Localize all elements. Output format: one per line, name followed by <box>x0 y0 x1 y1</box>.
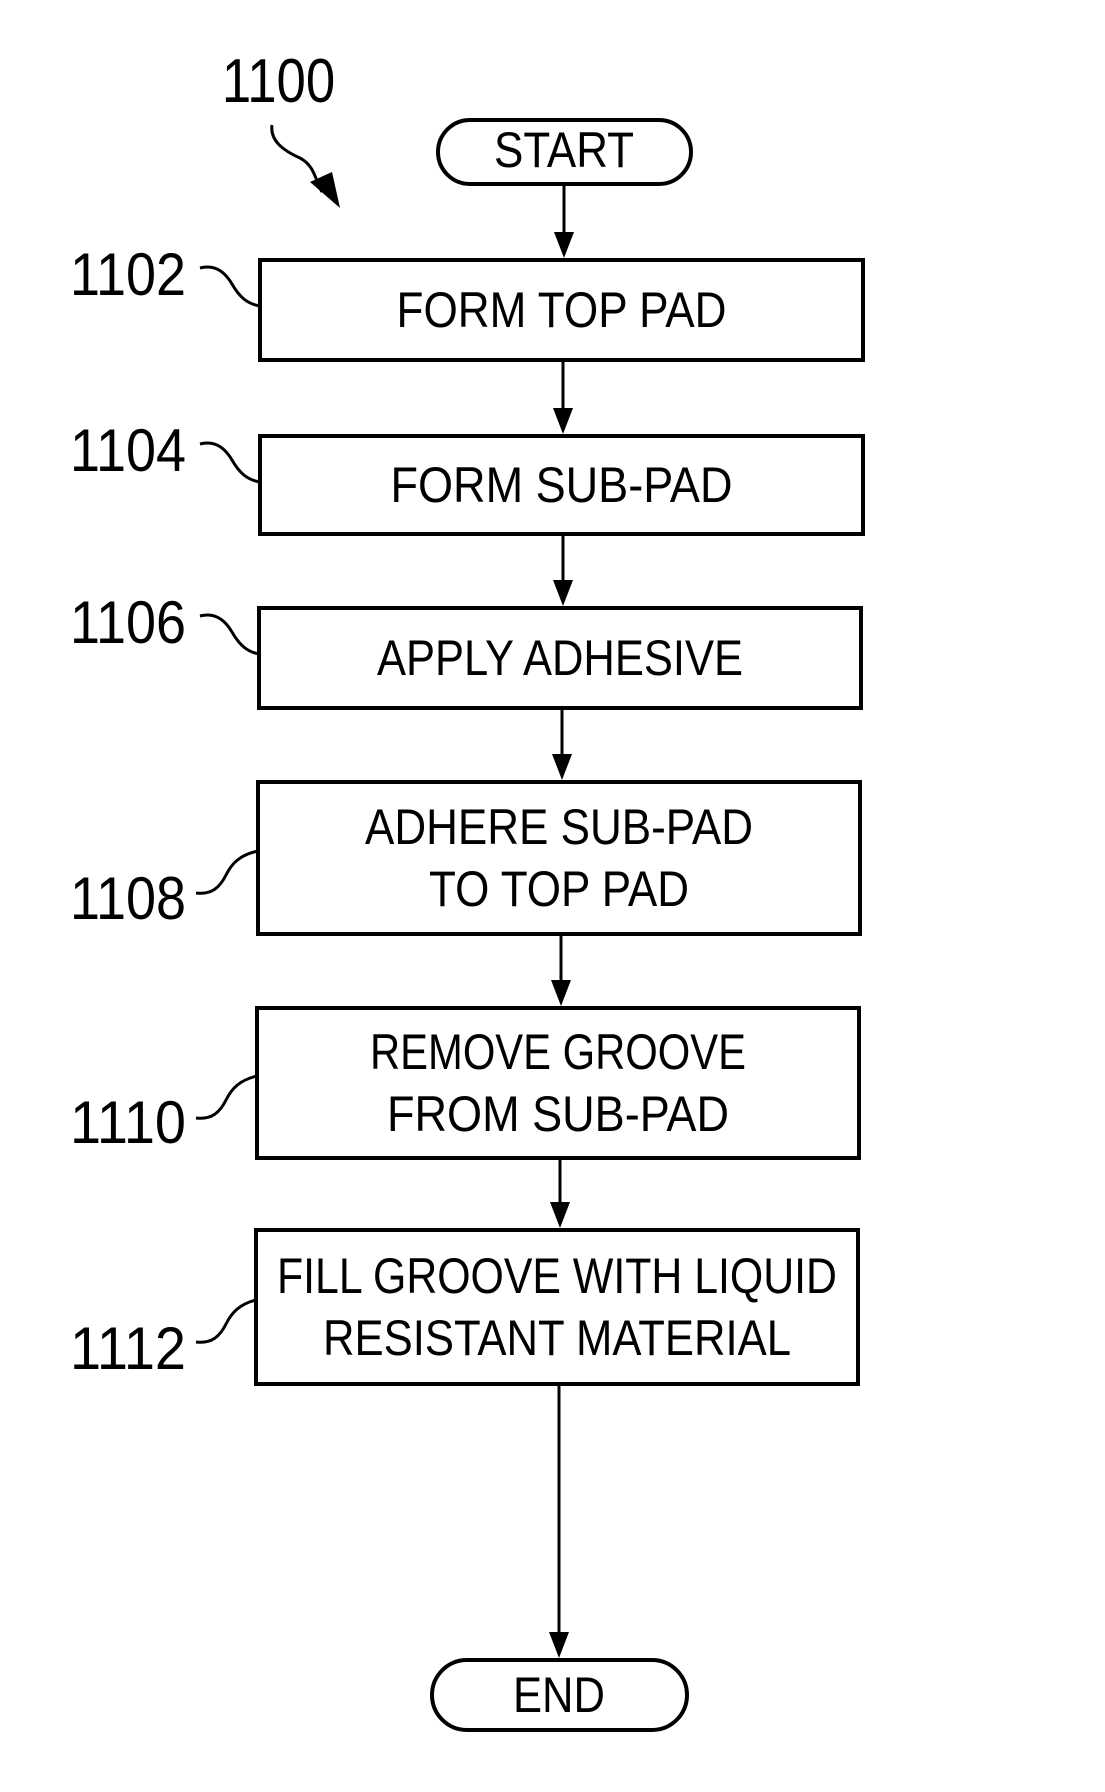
step-text-line: FROM SUB-PAD <box>387 1086 729 1142</box>
step-reference-numeral: 1112 <box>70 1315 186 1382</box>
step-1110: REMOVE GROOVE FROM SUB-PAD 1110 <box>70 1006 861 1160</box>
arrowhead-icon <box>551 980 571 1006</box>
arrowhead-icon <box>554 232 574 258</box>
step-text-line: RESISTANT MATERIAL <box>323 1310 791 1366</box>
step-text-line: TO TOP PAD <box>429 861 689 917</box>
arrowhead-icon <box>552 754 572 780</box>
figure-label: 1100 <box>222 47 335 116</box>
step-text-line: REMOVE GROOVE <box>370 1024 746 1080</box>
start-label: START <box>494 122 634 178</box>
step-text-line: FORM TOP PAD <box>397 282 727 338</box>
reference-leader-line <box>195 849 259 895</box>
step-1102: FORM TOP PAD 1102 <box>70 241 865 362</box>
reference-leader-line <box>195 1074 258 1120</box>
step-reference-numeral: 1106 <box>70 589 186 656</box>
step-text-line: FILL GROOVE WITH LIQUID <box>277 1248 837 1304</box>
step-reference-numeral: 1110 <box>70 1089 186 1156</box>
step-text-line: ADHERE SUB-PAD <box>365 799 753 855</box>
step-text-line: FORM SUB-PAD <box>391 457 733 513</box>
end-terminal: END <box>430 1658 689 1732</box>
step-reference-numeral: 1104 <box>70 417 186 484</box>
step-1108: ADHERE SUB-PAD TO TOP PAD 1108 <box>70 780 862 936</box>
reference-leader-line <box>195 1298 257 1344</box>
arrowhead-icon <box>549 1632 569 1658</box>
reference-leader-line <box>199 441 261 484</box>
reference-leader-line <box>199 613 260 656</box>
flowchart: 1100 START END FORM TOP PAD 1102 FORM SUB-… <box>70 47 865 1732</box>
step-1112: FILL GROOVE WITH LIQUID RESISTANT MATERIA… <box>70 1228 860 1386</box>
step-1104: FORM SUB-PAD 1104 <box>70 417 865 536</box>
arrowhead-icon <box>550 1202 570 1228</box>
arrowhead-icon <box>553 408 573 434</box>
end-label: END <box>513 1667 605 1723</box>
step-1106: APPLY ADHESIVE 1106 <box>70 589 863 710</box>
step-reference-numeral: 1102 <box>70 241 186 308</box>
step-text-line: APPLY ADHESIVE <box>377 630 743 686</box>
reference-leader-line <box>199 265 261 308</box>
step-reference-numeral: 1108 <box>70 865 186 932</box>
start-terminal: START <box>436 118 693 186</box>
arrowhead-icon <box>553 580 573 606</box>
